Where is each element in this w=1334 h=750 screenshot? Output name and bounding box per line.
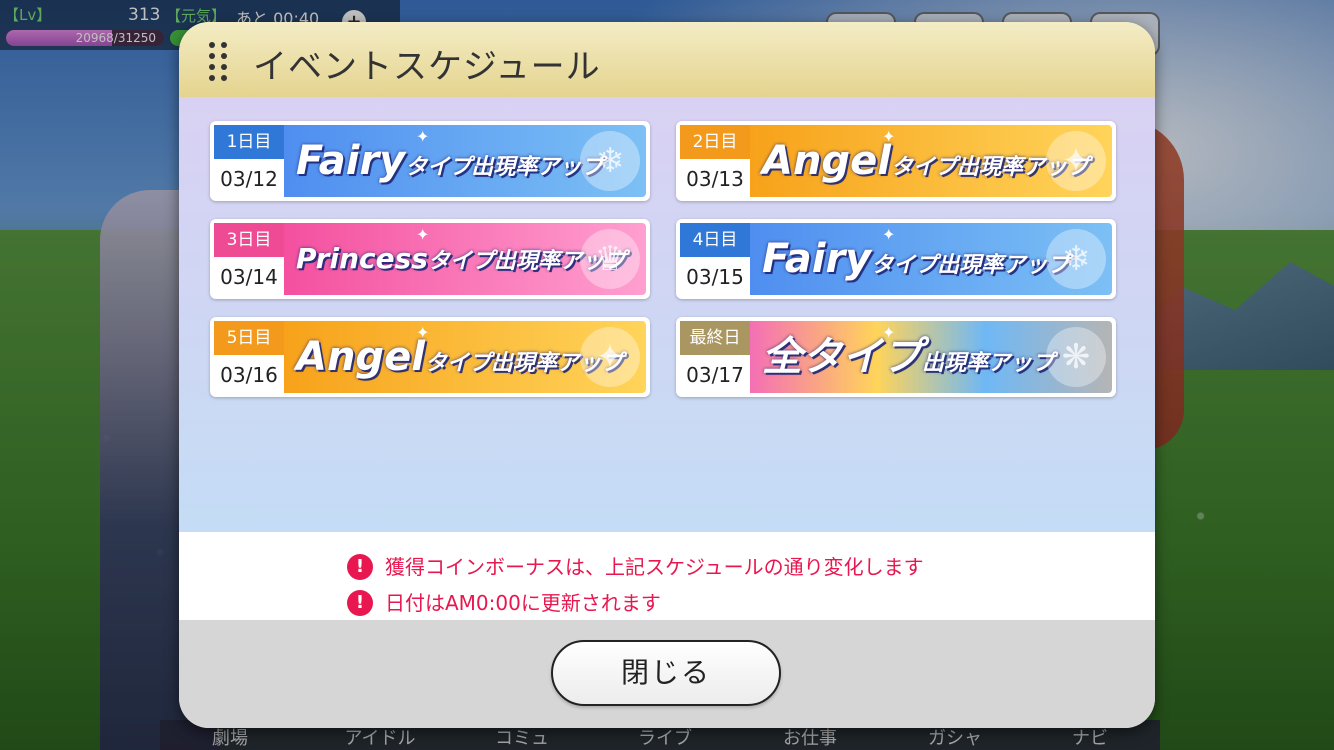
schedule-card: 最終日 03/17 全タイプ出現率アップ ✦ ❋ xyxy=(676,317,1116,397)
type-suffix: タイプ出現率アップ xyxy=(405,155,604,180)
day-badge: 3日目 xyxy=(214,223,284,257)
type-banner: Fairyタイプ出現率アップ ✦ ❄ xyxy=(750,223,1112,295)
banner-text: Fairyタイプ出現率アップ xyxy=(296,135,603,187)
schedule-date: 03/12 xyxy=(220,167,278,191)
schedule-grid: 1日目 03/12 Fairyタイプ出現率アップ ✦ ❄ 2日目 03/13 Angelタイプ… xyxy=(179,97,1155,532)
exclamation-icon: ! xyxy=(347,554,373,580)
sparkle-icon: ✦ xyxy=(882,323,896,342)
grip-dots-icon xyxy=(209,42,227,81)
banner-text: Angelタイプ出現率アップ xyxy=(296,331,623,383)
type-banner: Fairyタイプ出現率アップ ✦ ❄ xyxy=(284,125,646,197)
day-badge: 2日目 xyxy=(680,125,750,159)
event-schedule-modal: イベントスケジュール 1日目 03/12 Fairyタイプ出現率アップ ✦ ❄ 2日目 03… xyxy=(179,22,1155,728)
type-name: Fairy xyxy=(762,236,872,282)
exclamation-icon: ! xyxy=(347,590,373,616)
type-name: Princess xyxy=(296,242,428,275)
schedule-date: 03/13 xyxy=(686,167,744,191)
day-badge: 最終日 xyxy=(680,321,750,355)
princess-emblem-icon: ♛ xyxy=(580,229,640,289)
schedule-date: 03/15 xyxy=(686,265,744,289)
day-badge: 4日目 xyxy=(680,223,750,257)
schedule-card: 5日目 03/16 Angelタイプ出現率アップ ✦ ✦ xyxy=(210,317,650,397)
schedule-date: 03/16 xyxy=(220,363,278,387)
sparkle-icon: ✦ xyxy=(416,127,430,146)
notice-area: ! 獲得コインボーナスは、上記スケジュールの通り変化します ! 日付はAM0:0… xyxy=(179,532,1155,620)
type-banner: Angelタイプ出現率アップ ✦ ✦ xyxy=(284,321,646,393)
type-banner: Princessタイプ出現率アップ ✦ ♛ xyxy=(284,223,646,295)
fairy-emblem-icon: ❄ xyxy=(580,131,640,191)
schedule-card: 3日目 03/14 Princessタイプ出現率アップ ✦ ♛ xyxy=(210,219,650,299)
type-suffix: 出現率アップ xyxy=(922,351,1055,376)
sparkle-icon: ✦ xyxy=(882,127,896,146)
sparkle-icon: ✦ xyxy=(882,225,896,244)
banner-text: Fairyタイプ出現率アップ xyxy=(762,233,1069,285)
close-button[interactable]: 閉じる xyxy=(551,640,781,706)
angel-emblem-icon: ✦ xyxy=(580,327,640,387)
type-banner: Angelタイプ出現率アップ ✦ ✦ xyxy=(750,125,1112,197)
banner-text: Angelタイプ出現率アップ xyxy=(762,135,1089,187)
day-badge: 1日目 xyxy=(214,125,284,159)
banner-text: 全タイプ出現率アップ xyxy=(762,331,1054,383)
schedule-card: 1日目 03/12 Fairyタイプ出現率アップ ✦ ❄ xyxy=(210,121,650,201)
type-name: Angel xyxy=(296,334,425,380)
schedule-date: 03/14 xyxy=(220,265,278,289)
schedule-card: 2日目 03/13 Angelタイプ出現率アップ ✦ ✦ xyxy=(676,121,1116,201)
type-suffix: タイプ出現率アップ xyxy=(871,253,1070,278)
schedule-card: 4日目 03/15 Fairyタイプ出現率アップ ✦ ❄ xyxy=(676,219,1116,299)
type-name: Fairy xyxy=(296,138,406,184)
modal-footer: 閉じる xyxy=(179,620,1155,728)
all-emblem-icon: ❋ xyxy=(1046,327,1106,387)
angel-emblem-icon: ✦ xyxy=(1046,131,1106,191)
sparkle-icon: ✦ xyxy=(416,323,430,342)
banner-text: Princessタイプ出現率アップ xyxy=(296,233,626,285)
type-name: Angel xyxy=(762,138,891,184)
notice-text: 獲得コインボーナスは、上記スケジュールの通り変化します xyxy=(385,555,924,579)
type-banner: 全タイプ出現率アップ ✦ ❋ xyxy=(750,321,1112,393)
modal-title: イベントスケジュール xyxy=(253,47,601,87)
sparkle-icon: ✦ xyxy=(416,225,430,244)
schedule-date: 03/17 xyxy=(686,363,744,387)
day-badge: 5日目 xyxy=(214,321,284,355)
notice-text: 日付はAM0:00に更新されます xyxy=(385,591,661,615)
fairy-emblem-icon: ❄ xyxy=(1046,229,1106,289)
type-name: 全タイプ xyxy=(762,334,922,380)
modal-header: イベントスケジュール xyxy=(179,22,1155,97)
